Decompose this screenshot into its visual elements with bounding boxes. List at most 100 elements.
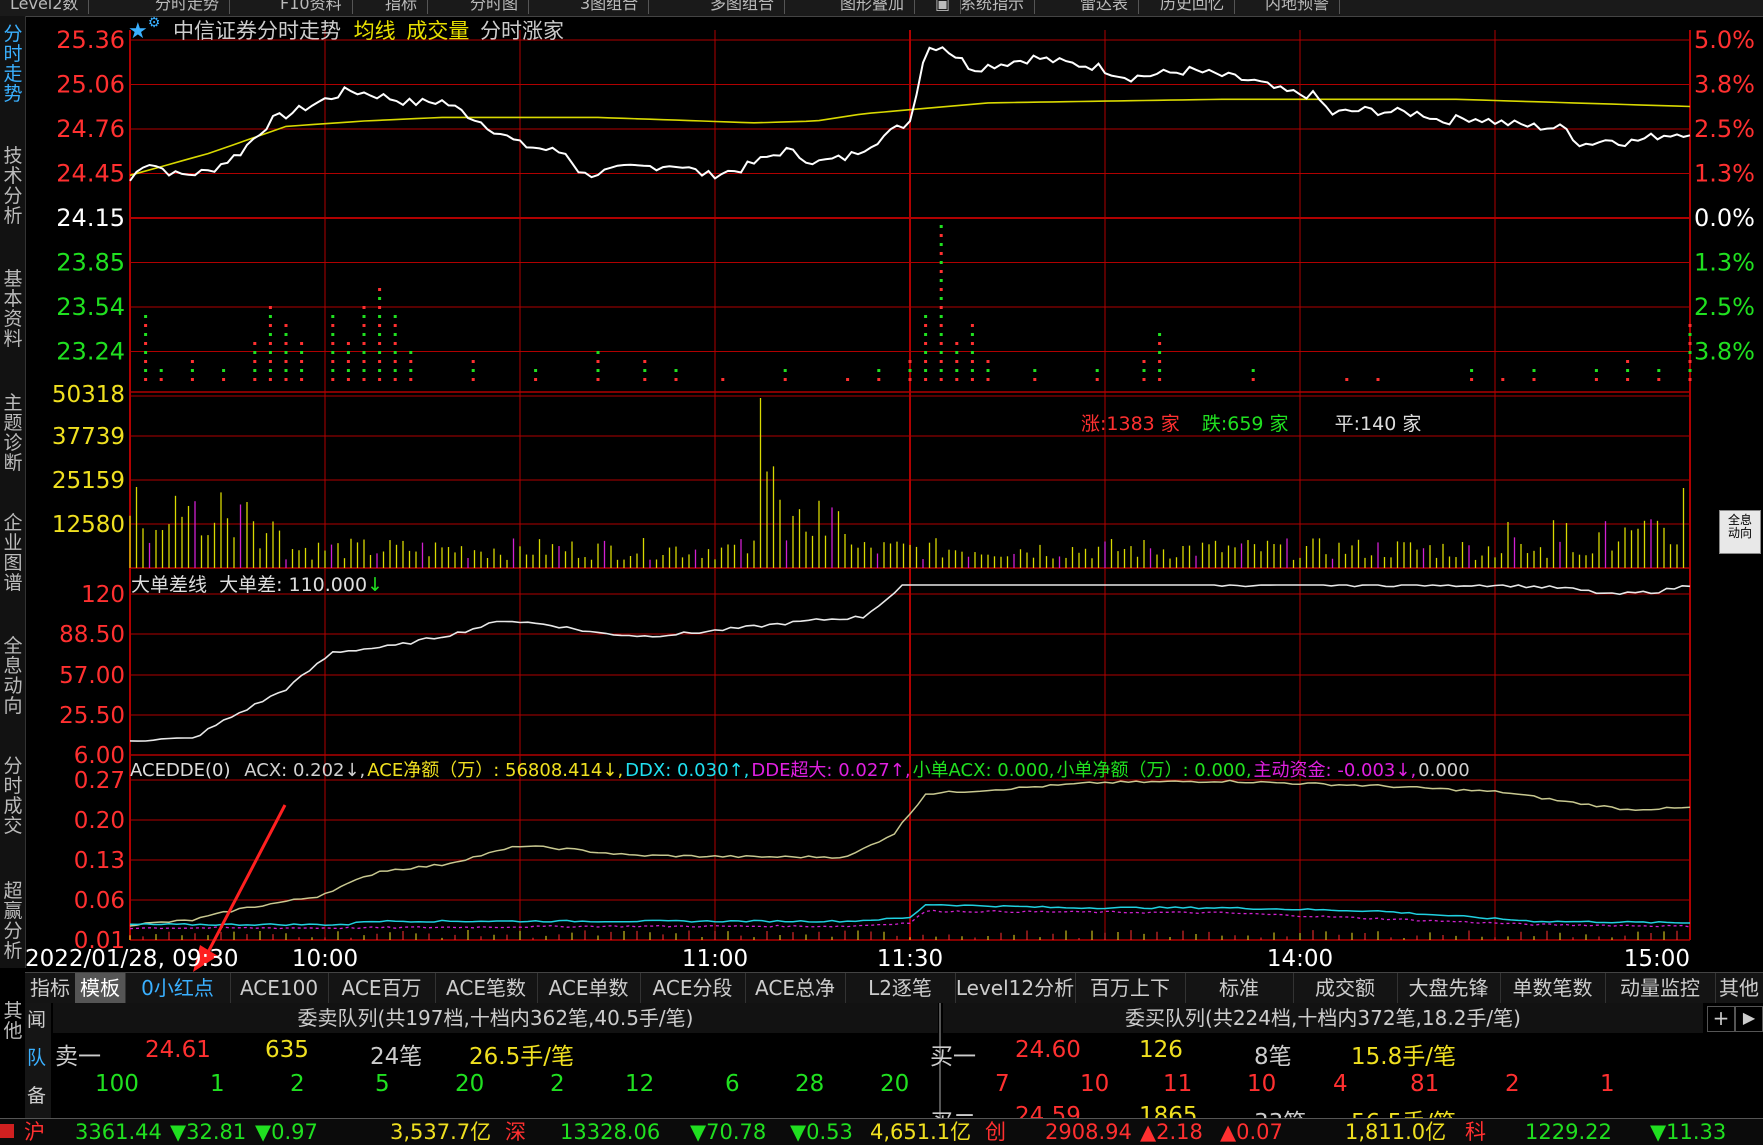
acedde-item-7: 0.000: [1418, 760, 1470, 781]
quote-item-10: 创: [985, 1120, 1006, 1144]
indicator-tab-6[interactable]: ACE单数: [537, 973, 641, 1003]
breadth-dot: [939, 243, 943, 246]
quote-item-0: 沪: [24, 1120, 45, 1144]
breadth-dot: [378, 288, 382, 291]
indicator-tab-12[interactable]: 标准: [1185, 973, 1294, 1003]
indicator-tab-16[interactable]: 动量监控: [1605, 973, 1716, 1003]
breadth-dot: [1688, 324, 1692, 327]
queue-side-tab-queue[interactable]: 队: [27, 1043, 46, 1070]
breadth-dot: [144, 324, 148, 327]
breadth-dot: [378, 369, 382, 372]
breadth-dot: [721, 378, 725, 381]
breadth-dot: [674, 369, 678, 372]
volume-legend[interactable]: 成交量: [406, 19, 469, 43]
acedde-tick-label: 0.06: [74, 888, 125, 914]
breadth-dot: [1470, 378, 1474, 381]
breadth-dot: [908, 360, 912, 363]
indicator-tab-9[interactable]: L2逐笔: [845, 973, 956, 1003]
big-order-title: 大单差线: [131, 574, 208, 596]
next-arrow-icon[interactable]: ▶: [1735, 1006, 1763, 1032]
left-tab-8[interactable]: 其他: [2, 1001, 24, 1041]
breadth-dot: [268, 315, 272, 318]
breadth-dot: [144, 378, 148, 381]
view-name: 分时走势: [256, 19, 341, 43]
quote-item-6: 13328.06: [560, 1120, 661, 1144]
pct-tick-label: 1.3%: [1694, 249, 1755, 277]
star-icon[interactable]: ★: [128, 19, 148, 44]
breadth-dot: [939, 270, 943, 273]
breadth-dot: [1532, 378, 1536, 381]
indicator-tab-11[interactable]: 百万上下: [1075, 973, 1186, 1003]
breadth-legend[interactable]: 分时涨家: [480, 19, 564, 43]
big-order-value: 大单差: 110.000: [219, 574, 368, 596]
indicator-tab-0[interactable]: 指标: [25, 973, 76, 1003]
queue-side-tab-backup[interactable]: 备: [27, 1081, 46, 1108]
buy-queue-item: 10: [1080, 1071, 1110, 1097]
breadth-dot: [939, 297, 943, 300]
side-button[interactable]: 全息动向: [1719, 510, 1761, 554]
quote-item-15: 科: [1465, 1120, 1486, 1144]
sell1-label: 卖一: [55, 1044, 101, 1070]
volume-tick-label: 37739: [52, 424, 125, 450]
indicator-tab-8[interactable]: ACE总净: [745, 973, 846, 1003]
expand-icon[interactable]: +: [1707, 1006, 1735, 1032]
volume-bars: [129, 398, 1685, 568]
indicator-tab-3[interactable]: ACE100: [230, 973, 329, 1003]
indicator-tab-17[interactable]: 其他: [1715, 973, 1763, 1003]
breadth-dot: [1251, 378, 1255, 381]
indicator-tab-15[interactable]: 单数笔数: [1500, 973, 1606, 1003]
breadth-dot: [955, 378, 959, 381]
breadth-dot: [190, 360, 194, 363]
pct-tick-label: 3.8%: [1694, 71, 1755, 99]
time-tick-label: 11:30: [877, 946, 943, 972]
breadth-dot: [955, 369, 959, 372]
breadth-dot: [924, 342, 928, 345]
pct-tick-label: 0.0%: [1694, 204, 1755, 232]
breadth-dot: [1532, 369, 1536, 372]
breadth-dot: [331, 351, 335, 354]
indicator-tab-2[interactable]: 0小红点: [125, 973, 231, 1003]
queue-side-tab-news[interactable]: 闻: [27, 1005, 46, 1032]
breadth-dot: [268, 306, 272, 309]
pct-tick-label: 2.5%: [1694, 115, 1755, 143]
indicator-tab-13[interactable]: 成交额: [1293, 973, 1398, 1003]
breadth-dot: [1158, 378, 1162, 381]
indicator-tab-14[interactable]: 大盘先锋: [1397, 973, 1501, 1003]
breadth-dot: [144, 351, 148, 354]
close-icon[interactable]: [0, 1124, 14, 1138]
breadth-dot: [393, 351, 397, 354]
breadth-dot: [253, 351, 257, 354]
breadth-dot: [362, 315, 366, 318]
price-tick-label: 23.54: [56, 293, 125, 321]
indicator-tab-4[interactable]: ACE百万: [328, 973, 436, 1003]
breadth-dot: [970, 342, 974, 345]
intraday-chart[interactable]: 25.36 25.06 24.76 24.45 24.15 23.85 23.54 23.24…: [0, 0, 1763, 972]
breadth-dot: [986, 378, 990, 381]
buy1-avg: 15.8手/笔: [1351, 1044, 1456, 1070]
breadth-dot: [362, 378, 366, 381]
breadth-dot: [939, 261, 943, 264]
breadth-dot: [346, 369, 350, 372]
avg-legend[interactable]: 均线: [354, 19, 396, 43]
side-button-label: 全息动向: [1727, 513, 1752, 540]
breadth-dot: [939, 279, 943, 282]
quote-item-17: ▼11.33: [1650, 1120, 1727, 1144]
price-tick-label: 24.15: [56, 204, 125, 232]
breadth-dot: [924, 369, 928, 372]
breadth-dot: [643, 360, 647, 363]
indicator-tab-10[interactable]: Level12分析: [955, 973, 1076, 1003]
breadth-dot: [268, 369, 272, 372]
breadth-dot: [393, 333, 397, 336]
breadth-dot: [1376, 378, 1380, 381]
pct-tick-label: 2.5%: [1694, 293, 1755, 321]
indicator-tab-1[interactable]: 模板: [75, 973, 126, 1003]
breadth-dot: [393, 360, 397, 363]
breadth-dot: [284, 342, 288, 345]
breadth-stats: 涨:1383 家 跌:659 家 平:140 家: [1081, 409, 1421, 436]
quote-item-1: 3361.44: [75, 1120, 162, 1144]
indicator-tab-5[interactable]: ACE笔数: [435, 973, 538, 1003]
breadth-dot: [362, 369, 366, 372]
gear-icon[interactable]: ⚙: [148, 15, 161, 31]
buy-queue-item: 81: [1410, 1071, 1440, 1097]
indicator-tab-7[interactable]: ACE分段: [640, 973, 746, 1003]
